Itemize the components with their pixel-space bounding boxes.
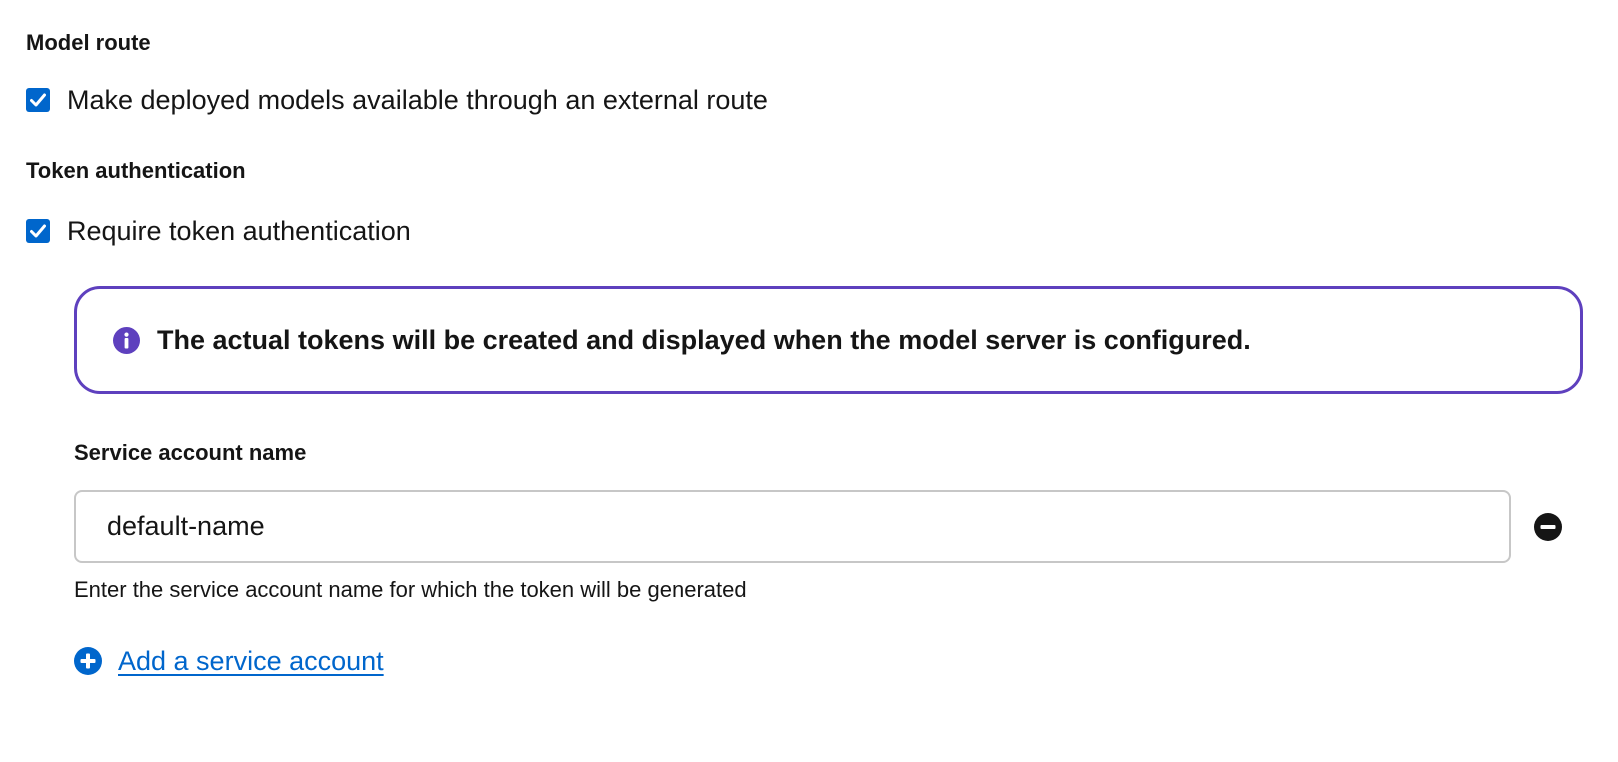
- token-auth-checkbox-label[interactable]: Require token authentication: [67, 215, 411, 247]
- token-authentication-heading: Token authentication: [26, 158, 246, 183]
- service-account-helper-text: Enter the service account name for which…: [74, 577, 747, 602]
- plus-circle-icon: [74, 647, 102, 675]
- info-circle-icon: [113, 326, 140, 354]
- service-account-name-label: Service account name: [74, 440, 307, 465]
- add-service-account-link[interactable]: Add a service account: [118, 645, 384, 677]
- service-account-name-field-wrapper: [74, 490, 1511, 563]
- external-route-checkbox-label[interactable]: Make deployed models available through a…: [67, 84, 768, 116]
- external-route-checkbox[interactable]: [26, 88, 50, 112]
- external-route-checkbox-row[interactable]: Make deployed models available through a…: [26, 84, 768, 116]
- minus-circle-icon: [1534, 513, 1562, 541]
- info-alert-text: The actual tokens will be created and di…: [157, 325, 1251, 355]
- checkmark-icon: [30, 93, 46, 107]
- remove-service-account-button[interactable]: [1534, 513, 1562, 541]
- token-auth-checkbox-row[interactable]: Require token authentication: [26, 215, 411, 247]
- token-auth-checkbox[interactable]: [26, 219, 50, 243]
- deployment-settings-form: Model route Make deployed models availab…: [0, 0, 1618, 762]
- checkmark-icon: [30, 224, 46, 238]
- service-account-name-input[interactable]: [76, 492, 1509, 561]
- model-route-heading: Model route: [26, 30, 151, 55]
- add-service-account-button[interactable]: Add a service account: [74, 644, 384, 678]
- info-alert: The actual tokens will be created and di…: [74, 286, 1583, 394]
